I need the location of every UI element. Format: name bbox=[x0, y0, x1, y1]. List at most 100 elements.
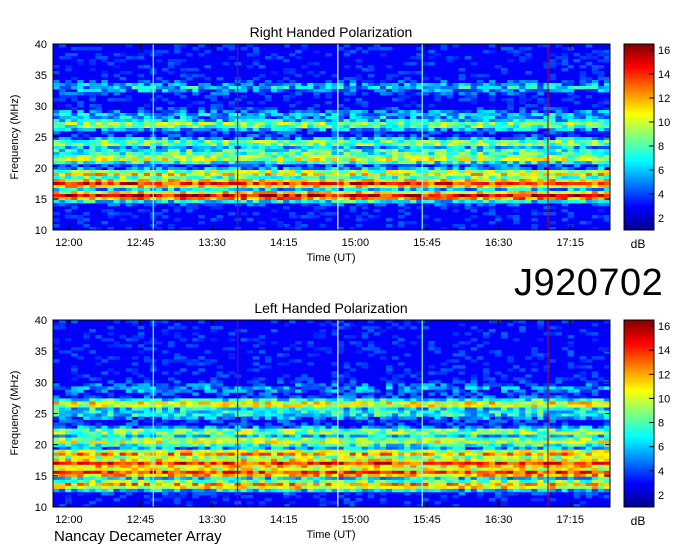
heatmap-cell bbox=[361, 86, 369, 90]
heatmap-cell bbox=[283, 89, 290, 93]
heatmap-cell bbox=[349, 170, 357, 174]
heatmap-cell bbox=[422, 386, 429, 390]
heatmap-cell bbox=[603, 149, 611, 153]
heatmap-cell bbox=[379, 194, 387, 198]
heatmap-cell bbox=[246, 410, 254, 414]
heatmap-cell bbox=[386, 179, 393, 183]
heatmap-cell bbox=[240, 116, 248, 120]
heatmap-cell bbox=[531, 383, 538, 387]
heatmap-cell bbox=[125, 128, 133, 132]
heatmap-cell bbox=[113, 344, 120, 348]
heatmap-cell bbox=[271, 413, 278, 417]
heatmap-cell bbox=[295, 404, 302, 408]
heatmap-cell bbox=[349, 407, 357, 411]
heatmap-cell bbox=[204, 176, 211, 180]
heatmap-cell bbox=[252, 143, 260, 147]
heatmap-cell bbox=[252, 158, 260, 162]
heatmap-cell bbox=[579, 155, 587, 159]
heatmap-cell bbox=[337, 152, 345, 156]
heatmap-cell bbox=[180, 68, 187, 72]
heatmap-cell bbox=[549, 125, 556, 129]
heatmap-cell bbox=[507, 323, 514, 327]
heatmap-cell bbox=[53, 143, 60, 147]
heatmap-cell bbox=[603, 146, 611, 150]
heatmap-cell bbox=[567, 140, 575, 144]
heatmap-cell bbox=[137, 137, 145, 141]
heatmap-cell bbox=[555, 413, 562, 417]
heatmap-cell bbox=[125, 200, 133, 204]
heatmap-cell bbox=[519, 194, 526, 198]
heatmap-cell bbox=[77, 101, 84, 105]
heatmap-cell bbox=[440, 188, 447, 192]
y-tick-label: 10 bbox=[35, 225, 47, 237]
heatmap-cell bbox=[458, 398, 466, 402]
heatmap-cell bbox=[392, 323, 399, 327]
heatmap-cell bbox=[482, 167, 490, 171]
heatmap-cell bbox=[458, 161, 466, 165]
heatmap-cell bbox=[155, 413, 163, 417]
heatmap-cell bbox=[71, 143, 78, 147]
heatmap-cell bbox=[77, 110, 84, 114]
heatmap-cell bbox=[155, 170, 163, 174]
heatmap-cell bbox=[549, 410, 556, 414]
heatmap-cell bbox=[561, 194, 569, 198]
heatmap-cell bbox=[155, 341, 163, 345]
heatmap-cell bbox=[579, 173, 587, 177]
heatmap-cell bbox=[579, 188, 587, 192]
heatmap-cell bbox=[452, 134, 460, 138]
heatmap-cell bbox=[561, 218, 569, 222]
heatmap-cell bbox=[228, 188, 236, 192]
heatmap-cell bbox=[168, 341, 175, 345]
heatmap-cell bbox=[567, 158, 575, 162]
heatmap-cell bbox=[95, 386, 102, 390]
heatmap-cell bbox=[440, 182, 447, 186]
heatmap-cell bbox=[392, 395, 399, 399]
heatmap-cell bbox=[373, 170, 381, 174]
heatmap-cell bbox=[125, 146, 133, 150]
heatmap-cell bbox=[434, 398, 441, 402]
heatmap-cell bbox=[325, 407, 332, 411]
heatmap-cell bbox=[470, 386, 478, 390]
heatmap-cell bbox=[507, 191, 514, 195]
heatmap-cell bbox=[277, 404, 284, 408]
heatmap-cell bbox=[113, 173, 120, 177]
heatmap-cell bbox=[331, 140, 338, 144]
heatmap-cell bbox=[410, 164, 417, 168]
heatmap-cell bbox=[289, 146, 296, 150]
heatmap-cell bbox=[331, 395, 338, 399]
heatmap-cell bbox=[210, 95, 217, 99]
heatmap-cell bbox=[216, 92, 223, 96]
heatmap-cell bbox=[422, 119, 429, 123]
heatmap-cell bbox=[162, 110, 169, 114]
heatmap-cell bbox=[361, 80, 369, 84]
heatmap-cell bbox=[337, 89, 345, 93]
heatmap-cell bbox=[65, 200, 72, 204]
heatmap-cell bbox=[585, 170, 593, 174]
heatmap-cell bbox=[531, 404, 538, 408]
heatmap-cell bbox=[210, 176, 217, 180]
heatmap-cell bbox=[573, 110, 581, 114]
heatmap-cell bbox=[228, 410, 236, 414]
heatmap-cell bbox=[573, 158, 581, 162]
heatmap-cell bbox=[501, 152, 508, 156]
heatmap-cell bbox=[325, 320, 332, 324]
heatmap-cell bbox=[513, 410, 520, 414]
heatmap-cell bbox=[488, 221, 496, 225]
heatmap-cell bbox=[434, 113, 441, 117]
heatmap-cell bbox=[101, 59, 108, 63]
heatmap-cell bbox=[555, 182, 562, 186]
heatmap-cell bbox=[271, 200, 278, 204]
heatmap-cell bbox=[325, 188, 332, 192]
heatmap-cell bbox=[240, 152, 248, 156]
heatmap-cell bbox=[603, 140, 611, 144]
heatmap-cell bbox=[71, 125, 78, 129]
heatmap-cell bbox=[482, 362, 490, 366]
heatmap-cell bbox=[379, 188, 387, 192]
heatmap-cell bbox=[531, 398, 538, 402]
heatmap-cell bbox=[555, 179, 562, 183]
heatmap-cell bbox=[131, 152, 139, 156]
heatmap-cell bbox=[367, 398, 375, 402]
heatmap-cell bbox=[555, 191, 562, 195]
heatmap-cell bbox=[379, 107, 387, 111]
heatmap-cell bbox=[531, 140, 538, 144]
